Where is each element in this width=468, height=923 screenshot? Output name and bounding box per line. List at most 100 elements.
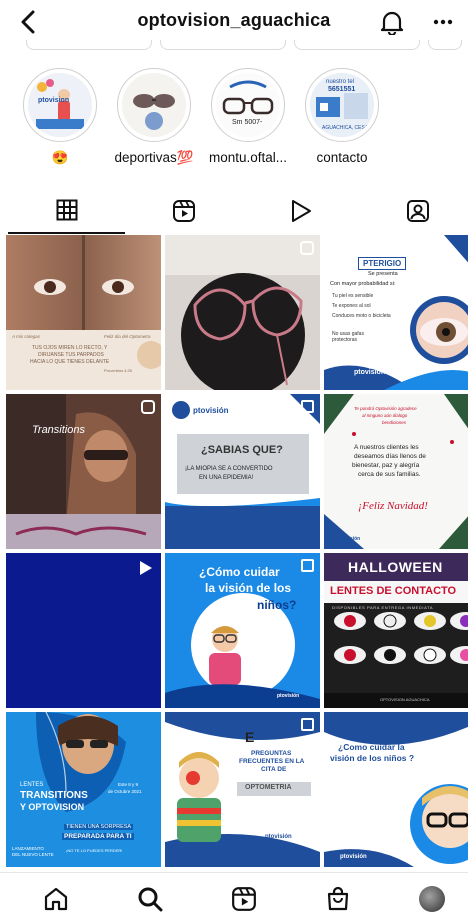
- button-stub[interactable]: [294, 40, 420, 50]
- post-text: de Octubre 2021: [108, 789, 142, 794]
- highlight-cover: Sm 5007-: [216, 73, 280, 137]
- nav-profile[interactable]: [414, 883, 450, 915]
- post-image: [6, 235, 161, 390]
- post-text: OPTOVISION AGUACHICA: [380, 697, 430, 702]
- post-brand: Transitions: [32, 424, 85, 436]
- post-text: cerca de sus familias.: [358, 471, 421, 478]
- post-text: deseamos días llenos de: [354, 453, 426, 460]
- post-brand: ptovisión: [338, 536, 361, 542]
- button-stub[interactable]: [26, 40, 152, 50]
- highlight-item[interactable]: nuestro tel 5651551 AGUACHICA, CESAR con…: [296, 68, 388, 165]
- bottom-navigation: [0, 872, 468, 923]
- button-stub[interactable]: [160, 40, 286, 50]
- shopping-bag-icon: [327, 886, 349, 911]
- post-text: Con mayor probabilidad si:: [330, 281, 396, 287]
- reel-icon: [300, 241, 314, 255]
- highlight-cover: [122, 73, 186, 137]
- home-icon: [44, 887, 68, 911]
- button-stub[interactable]: [428, 40, 462, 50]
- post-text: DISPONIBLES PARA ENTREGA INMEDIATA: [332, 605, 434, 610]
- post-text: TUS OJOS MIREN LO RECTO, Y: [32, 345, 108, 351]
- post-brand: ptovisión: [277, 693, 300, 699]
- nav-home[interactable]: [38, 883, 74, 915]
- highlight-cover: nuestro tel 5651551 AGUACHICA, CESAR: [310, 73, 374, 137]
- post-text: Se presenta: [368, 271, 398, 277]
- grid-icon: [56, 199, 77, 221]
- post-image: [324, 712, 468, 867]
- highlight-item[interactable]: deportivas💯: [108, 68, 200, 166]
- post-title: visión de los niños ?: [330, 753, 415, 763]
- post-thumbnail[interactable]: ¿Como cuidar la visión de los niños ? pt…: [324, 712, 468, 867]
- more-options-icon[interactable]: [428, 8, 458, 36]
- avatar: [419, 886, 445, 912]
- post-title: la visión de los: [205, 581, 292, 595]
- post-title: ¿Cómo cuidar: [199, 565, 280, 579]
- post-text: ¡NO TE LO PUEDES PERDER!: [66, 848, 123, 853]
- highlight-label: 😍: [51, 150, 69, 165]
- highlight-ring: Sm 5007-: [211, 68, 285, 142]
- highlight-ring: nuestro tel 5651551 AGUACHICA, CESAR: [305, 68, 379, 142]
- post-title: TRANSITIONS: [20, 790, 88, 801]
- post-thumbnail[interactable]: A mis colegas Feliz dia del Optometra TU…: [6, 235, 161, 390]
- post-text: Este 8 y 9: [118, 782, 139, 787]
- post-text: PREPARADA PARA TI: [62, 833, 134, 840]
- post-thumbnail[interactable]: LENTES TRANSITIONS Y OPTOVISION Este 8 y…: [6, 712, 161, 867]
- tab-tagged[interactable]: [359, 188, 468, 234]
- story-highlights: ptovision 😍 deportivas💯 Sm 5007- montu.o…: [0, 68, 468, 178]
- video-play-icon: [139, 560, 153, 581]
- post-subtitle: LENTES DE CONTACTO: [330, 585, 457, 597]
- highlight-ring: [117, 68, 191, 142]
- carousel-icon: [301, 718, 314, 731]
- post-text: CITA DE: [261, 766, 287, 773]
- post-thumbnail[interactable]: Transitions: [6, 394, 161, 549]
- post-text: DEL NUEVO LENTE: [12, 852, 54, 857]
- highlight-item[interactable]: Sm 5007- montu.oftal...: [202, 68, 294, 165]
- notification-bell-icon[interactable]: [376, 6, 408, 38]
- post-title: PTERIGIO: [358, 257, 407, 270]
- tab-grid[interactable]: [8, 188, 125, 234]
- top-bar: optovision_aguachica: [0, 0, 468, 44]
- post-image: [6, 394, 161, 549]
- carousel-icon: [301, 400, 314, 413]
- post-title: Y OPTOVISION: [20, 802, 85, 812]
- post-thumbnail[interactable]: Te pondrá Optovisión agradece al ninguno…: [324, 394, 468, 549]
- post-thumbnail[interactable]: ptovisión ¿SABIAS QUE? ¡LA MIOPIA SE A C…: [165, 394, 320, 549]
- tab-videos[interactable]: [242, 188, 359, 234]
- highlight-item[interactable]: ptovision 😍: [14, 68, 106, 166]
- post-thumbnail[interactable]: HALLOWEEN LENTES DE CONTACTO DISPONIBLES…: [324, 553, 468, 708]
- post-image: [6, 553, 161, 708]
- nav-reels[interactable]: [226, 883, 262, 915]
- post-thumbnail[interactable]: ¿Cómo cuidar la visión de los niños? pto…: [165, 553, 320, 708]
- nav-search[interactable]: [132, 883, 168, 915]
- highlight-cover-text: ptovision: [38, 97, 70, 104]
- post-thumbnail[interactable]: [6, 553, 161, 708]
- post-text: bienestar, paz y alegría: [352, 462, 420, 469]
- highlight-cover: ptovision: [28, 73, 92, 137]
- post-text: A mis colegas: [12, 334, 40, 339]
- profile-buttons-edge: [0, 40, 468, 52]
- post-brand: ptovisión: [354, 369, 386, 376]
- post-text: bendiciones: [382, 420, 407, 425]
- post-image: [165, 235, 320, 390]
- post-thumbnail[interactable]: E PREGUNTAS FRECUENTES EN LA CITA DE OPT…: [165, 712, 320, 867]
- tab-reels[interactable]: [125, 188, 242, 234]
- post-text: OPTOMETRIA: [245, 784, 292, 791]
- post-brand: ptovisión: [193, 406, 229, 415]
- reels-icon: [232, 887, 256, 911]
- post-text: Te pondrá Optovisión agradece: [354, 406, 417, 411]
- post-text: EN UNA EPIDEMIA!: [199, 475, 254, 481]
- profile-tabs: [0, 188, 468, 234]
- highlight-label: montu.oftal...: [208, 150, 288, 165]
- post-text: ¡LA MIOPIA SE A CONVERTIDO: [185, 466, 273, 472]
- nav-shop[interactable]: [320, 883, 356, 915]
- post-text: Feliz dia del Optometra: [104, 334, 151, 339]
- post-text: LENTES: [20, 782, 44, 788]
- post-text: DIRIJANSE TUS PARPADOS: [38, 352, 104, 358]
- post-thumbnail[interactable]: [165, 235, 320, 390]
- highlight-label: contacto: [316, 150, 368, 165]
- post-title: HALLOWEEN: [348, 559, 443, 575]
- post-text: FRECUENTES EN LA: [239, 758, 305, 765]
- post-thumbnail[interactable]: PTERIGIO Se presenta Con mayor probabili…: [324, 235, 468, 390]
- tagged-person-icon: [406, 200, 429, 222]
- post-title: ¿SABIAS QUE?: [201, 444, 283, 456]
